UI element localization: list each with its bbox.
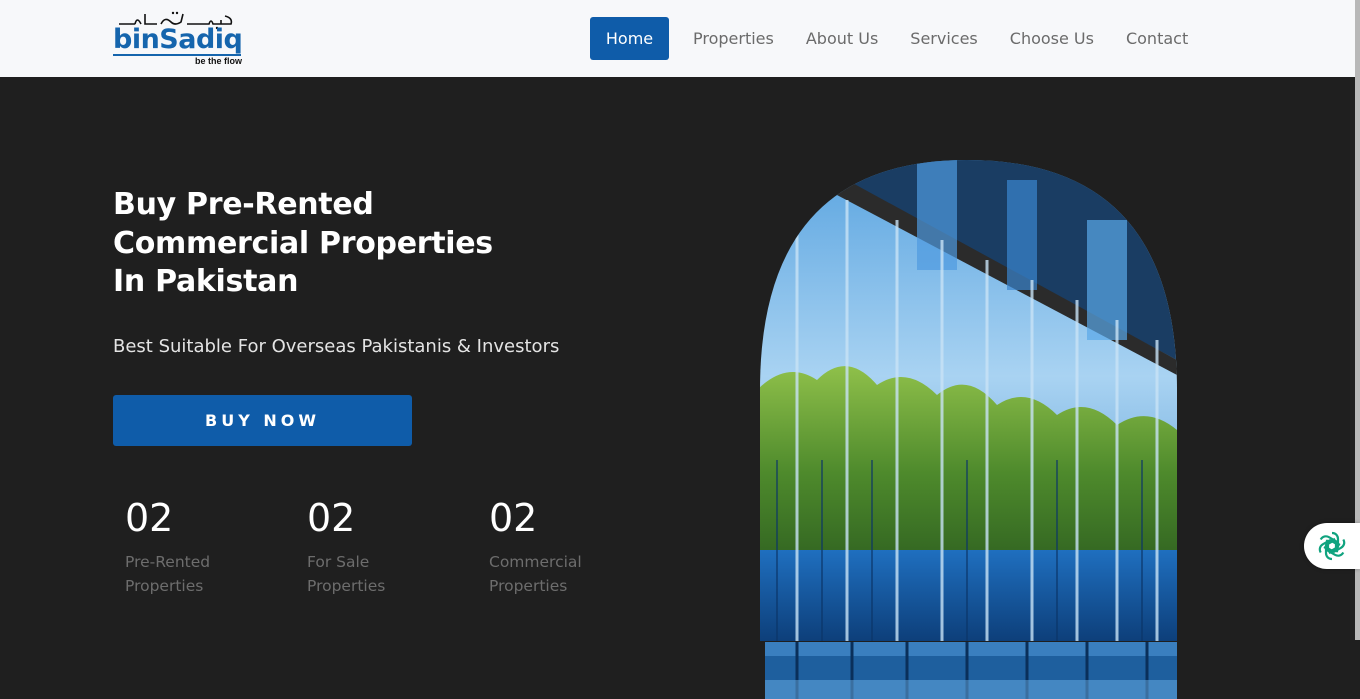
hero-subtitle: Best Suitable For Overseas Pakistanis & … <box>113 336 560 357</box>
brand-tagline: be the flow <box>195 56 242 66</box>
nav-about-us[interactable]: About Us <box>806 29 878 48</box>
stat-pre-rented: 02 Pre-Rented Properties <box>125 494 285 598</box>
site-header: binSadiq be the flow Home Properties Abo… <box>0 0 1355 77</box>
nav-choose-us[interactable]: Choose Us <box>1010 29 1094 48</box>
stat-label-line: Commercial <box>489 553 582 571</box>
brand-name: binSadiq <box>113 24 243 55</box>
nav-services[interactable]: Services <box>910 29 977 48</box>
hero-title-line: Buy Pre-Rented <box>113 187 374 222</box>
nav-properties[interactable]: Properties <box>693 29 774 48</box>
stat-label-line: Pre-Rented <box>125 553 211 571</box>
stat-label-line: Properties <box>307 577 386 595</box>
ai-assistant-icon <box>1318 531 1346 561</box>
hero-title: Buy Pre-Rented Commercial Properties In … <box>113 186 533 302</box>
stat-value: 02 <box>489 496 538 540</box>
stat-commercial: 02 Commercial Properties <box>489 494 649 598</box>
stat-label: For Sale Properties <box>307 550 467 598</box>
hero-building-image <box>760 160 1177 699</box>
nav-home[interactable]: Home <box>590 17 669 60</box>
buy-now-button[interactable]: BUY NOW <box>113 395 412 446</box>
stat-label: Pre-Rented Properties <box>125 550 285 598</box>
hero-title-line: In Pakistan <box>113 264 299 299</box>
brand-logo[interactable]: binSadiq be the flow <box>113 10 253 66</box>
stat-value: 02 <box>307 496 356 540</box>
hero-title-line: Commercial Properties <box>113 225 493 261</box>
main-navigation: Home Properties About Us Services Choose… <box>590 17 1220 60</box>
assistant-widget-button[interactable] <box>1304 523 1360 569</box>
stat-label-line: Properties <box>125 577 204 595</box>
stat-label: Commercial Properties <box>489 550 649 598</box>
stat-label-line: For Sale <box>307 553 370 571</box>
stat-for-sale: 02 For Sale Properties <box>307 494 467 598</box>
nav-contact[interactable]: Contact <box>1126 29 1188 48</box>
stat-label-line: Properties <box>489 577 568 595</box>
stat-value: 02 <box>125 496 174 540</box>
